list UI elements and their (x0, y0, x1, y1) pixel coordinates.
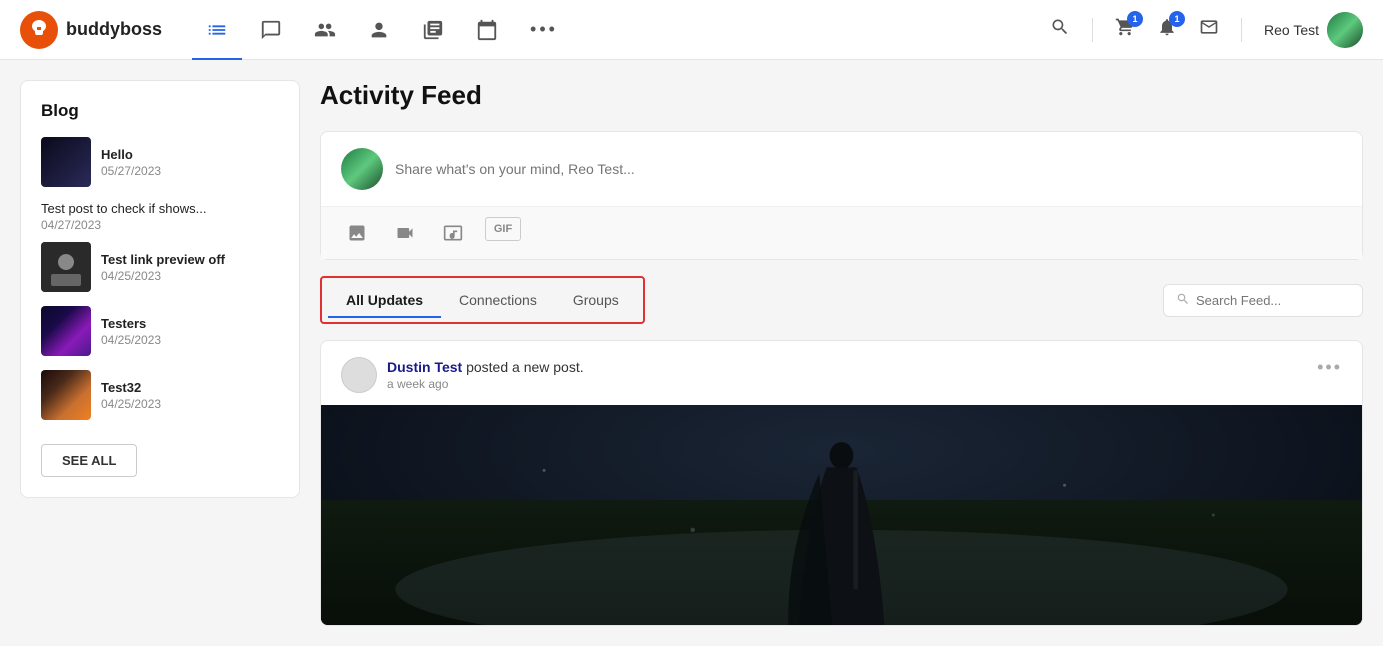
search-button[interactable] (1044, 13, 1076, 47)
notifications-badge: 1 (1169, 11, 1185, 27)
post-composer: GIF (320, 131, 1363, 260)
nav-library[interactable] (408, 11, 458, 49)
video-action-button[interactable] (389, 217, 421, 249)
blog-item-test32[interactable]: Test32 04/25/2023 (41, 370, 279, 420)
blog-sidebar-card: Blog Hello 05/27/2023 Test post to check… (20, 80, 300, 498)
post-action-text: posted a new post. (466, 359, 584, 375)
blog-title-test32: Test32 (101, 380, 161, 395)
navbar: buddyboss ••• 1 (0, 0, 1383, 60)
nav-icons: ••• (192, 11, 1044, 49)
post-card: Dustin Test posted a new post. a week ag… (320, 340, 1363, 626)
feed-tabs: All Updates Connections Groups (320, 276, 645, 324)
tab-groups[interactable]: Groups (555, 282, 637, 318)
blog-date-test32: 04/25/2023 (101, 397, 161, 411)
post-author-info: Dustin Test posted a new post. a week ag… (387, 359, 584, 391)
tab-connections[interactable]: Connections (441, 282, 555, 318)
post-author-name: Dustin Test posted a new post. (387, 359, 584, 375)
user-name: Reo Test (1264, 22, 1319, 38)
post-menu-button[interactable]: ••• (1317, 357, 1342, 378)
messages-button[interactable] (1193, 13, 1225, 47)
composer-actions: GIF (321, 206, 1362, 259)
blog-item-link[interactable]: Test link preview off 04/25/2023 (41, 242, 279, 292)
feed-search-icon (1176, 292, 1190, 309)
content-area: Activity Feed GIF (320, 80, 1363, 626)
cart-button[interactable]: 1 (1109, 13, 1141, 47)
blog-text-title: Test post to check if shows... (41, 201, 279, 216)
blog-item-hello[interactable]: Hello 05/27/2023 (41, 137, 279, 187)
nav-groups[interactable] (300, 11, 350, 49)
nav-chat[interactable] (246, 11, 296, 49)
nav-members[interactable] (354, 11, 404, 49)
blog-thumb-testers (41, 306, 91, 356)
sidebar: Blog Hello 05/27/2023 Test post to check… (20, 80, 300, 498)
feed-search-input[interactable] (1196, 293, 1350, 308)
blog-info-link: Test link preview off 04/25/2023 (101, 252, 225, 283)
post-time: a week ago (387, 377, 584, 391)
brand[interactable]: buddyboss (20, 11, 162, 49)
avatar-image (1327, 12, 1363, 48)
brand-logo-icon (20, 11, 58, 49)
nav-calendar[interactable] (462, 11, 512, 49)
post-author-avatar (341, 357, 377, 393)
blog-date-hello: 05/27/2023 (101, 164, 161, 178)
blog-text-item[interactable]: Test post to check if shows... 04/27/202… (41, 201, 279, 232)
composer-top (321, 132, 1362, 206)
page-title: Activity Feed (320, 80, 1363, 111)
blog-date-link: 04/25/2023 (101, 269, 225, 283)
composer-input[interactable] (395, 161, 1342, 177)
media-action-button[interactable] (437, 217, 469, 249)
feed-tabs-row: All Updates Connections Groups (320, 276, 1363, 324)
blog-item-testers[interactable]: Testers 04/25/2023 (41, 306, 279, 356)
tab-all-updates[interactable]: All Updates (328, 282, 441, 318)
blog-thumb-test32 (41, 370, 91, 420)
user-avatar (1327, 12, 1363, 48)
post-header: Dustin Test posted a new post. a week ag… (321, 341, 1362, 405)
nav-divider (1092, 18, 1093, 42)
user-menu[interactable]: Reo Test (1264, 12, 1363, 48)
blog-info-hello: Hello 05/27/2023 (101, 147, 161, 178)
blog-info-testers: Testers 04/25/2023 (101, 316, 161, 347)
gif-action-button[interactable]: GIF (485, 217, 521, 241)
see-all-button[interactable]: SEE ALL (41, 444, 137, 477)
blog-thumb-link (41, 242, 91, 292)
blog-info-test32: Test32 04/25/2023 (101, 380, 161, 411)
nav-right-actions: 1 1 Reo Test (1044, 12, 1363, 48)
blog-text-date: 04/27/2023 (41, 218, 279, 232)
blog-title-testers: Testers (101, 316, 161, 331)
nav-more[interactable]: ••• (516, 11, 572, 48)
nav-divider-2 (1241, 18, 1242, 42)
post-image (321, 405, 1362, 625)
sidebar-title: Blog (41, 101, 279, 121)
post-author-strong[interactable]: Dustin Test (387, 359, 462, 375)
blog-title-link: Test link preview off (101, 252, 225, 267)
nav-activity-feed[interactable] (192, 11, 242, 49)
main-layout: Blog Hello 05/27/2023 Test post to check… (0, 60, 1383, 646)
composer-avatar (341, 148, 383, 190)
notifications-button[interactable]: 1 (1151, 13, 1183, 47)
post-author: Dustin Test posted a new post. a week ag… (341, 357, 584, 393)
photo-action-button[interactable] (341, 217, 373, 249)
brand-name: buddyboss (66, 19, 162, 40)
feed-search-box (1163, 284, 1363, 317)
cart-badge: 1 (1127, 11, 1143, 27)
blog-title-hello: Hello (101, 147, 161, 162)
blog-date-testers: 04/25/2023 (101, 333, 161, 347)
blog-thumb-hello (41, 137, 91, 187)
